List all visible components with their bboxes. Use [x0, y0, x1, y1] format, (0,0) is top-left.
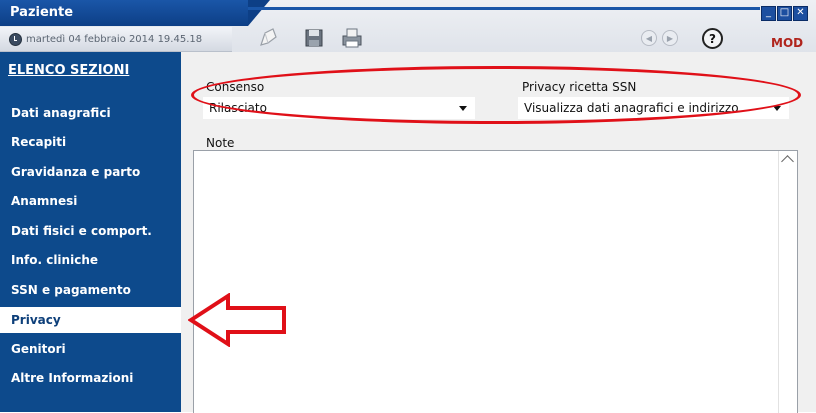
print-icon[interactable]	[340, 26, 364, 50]
title-bar: Paziente martedì 04 febbraio 2014 19.45.…	[0, 0, 816, 52]
note-scrollbar[interactable]	[778, 151, 797, 413]
sidebar-item-altre-info[interactable]: Altre Informazioni	[0, 365, 181, 391]
minimize-button[interactable]: _	[761, 6, 776, 21]
sidebar-item-gravidanza[interactable]: Gravidanza e parto	[0, 159, 181, 185]
sidebar-item-dati-fisici[interactable]: Dati fisici e comport.	[0, 218, 181, 244]
datetime-label: martedì 04 febbraio 2014 19.45.18	[26, 34, 203, 45]
sidebar-item-label: Dati fisici e comport.	[11, 224, 152, 238]
close-button[interactable]: ✕	[793, 6, 808, 21]
sidebar-item-label: Genitori	[11, 342, 66, 356]
window-title: Paziente	[10, 5, 74, 20]
consenso-label: Consenso	[206, 80, 265, 94]
sidebar: ELENCO SEZIONI Dati anagrafici Recapiti …	[0, 52, 181, 412]
sidebar-item-label: Info. cliniche	[11, 253, 98, 267]
maximize-button[interactable]: □	[777, 6, 792, 21]
sidebar-item-privacy[interactable]: Privacy	[0, 307, 181, 333]
consenso-value: Rilasciato	[209, 101, 267, 115]
note-label: Note	[206, 136, 235, 150]
privacy-ricetta-select[interactable]: Visualizza dati anagrafici e indirizzo	[518, 97, 789, 119]
note-textarea[interactable]	[193, 150, 798, 413]
sidebar-item-label: Altre Informazioni	[11, 371, 134, 385]
sidebar-item-label: Recapiti	[11, 135, 67, 149]
sidebar-item-info-cliniche[interactable]: Info. cliniche	[0, 247, 181, 273]
clock-icon	[9, 33, 22, 46]
mode-badge: MOD	[771, 36, 804, 50]
title-underline	[248, 7, 760, 10]
previous-icon[interactable]: ◀	[641, 30, 657, 46]
sidebar-item-recapiti[interactable]: Recapiti	[0, 129, 181, 155]
privacy-ricetta-value: Visualizza dati anagrafici e indirizzo	[524, 101, 739, 115]
window-title-tab: Paziente	[0, 0, 270, 26]
sidebar-title: ELENCO SEZIONI	[8, 63, 130, 78]
sidebar-item-label: Dati anagrafici	[11, 106, 111, 120]
sidebar-item-anamnesi[interactable]: Anamnesi	[0, 188, 181, 214]
scroll-up-icon[interactable]	[781, 155, 794, 168]
sidebar-item-label: Privacy	[11, 313, 61, 327]
privacy-form: Consenso Rilasciato Privacy ricetta SSN …	[181, 52, 816, 413]
highlight-arrow-icon	[188, 293, 286, 347]
sidebar-item-label: SSN e pagamento	[11, 283, 131, 297]
sidebar-item-dati-anagrafici[interactable]: Dati anagrafici	[0, 100, 181, 126]
consenso-select[interactable]: Rilasciato	[203, 97, 475, 119]
next-icon[interactable]: ▶	[662, 30, 678, 46]
save-disk-icon[interactable]	[302, 26, 326, 50]
privacy-ricetta-label: Privacy ricetta SSN	[522, 80, 637, 94]
edit-pen-icon[interactable]	[256, 26, 280, 50]
help-button[interactable]: ?	[702, 28, 723, 49]
chevron-down-icon	[773, 106, 781, 111]
sidebar-item-label: Gravidanza e parto	[11, 165, 141, 179]
chevron-down-icon	[459, 106, 467, 111]
sidebar-item-ssn[interactable]: SSN e pagamento	[0, 277, 181, 303]
sidebar-item-genitori[interactable]: Genitori	[0, 336, 181, 362]
sidebar-item-label: Anamnesi	[11, 194, 78, 208]
